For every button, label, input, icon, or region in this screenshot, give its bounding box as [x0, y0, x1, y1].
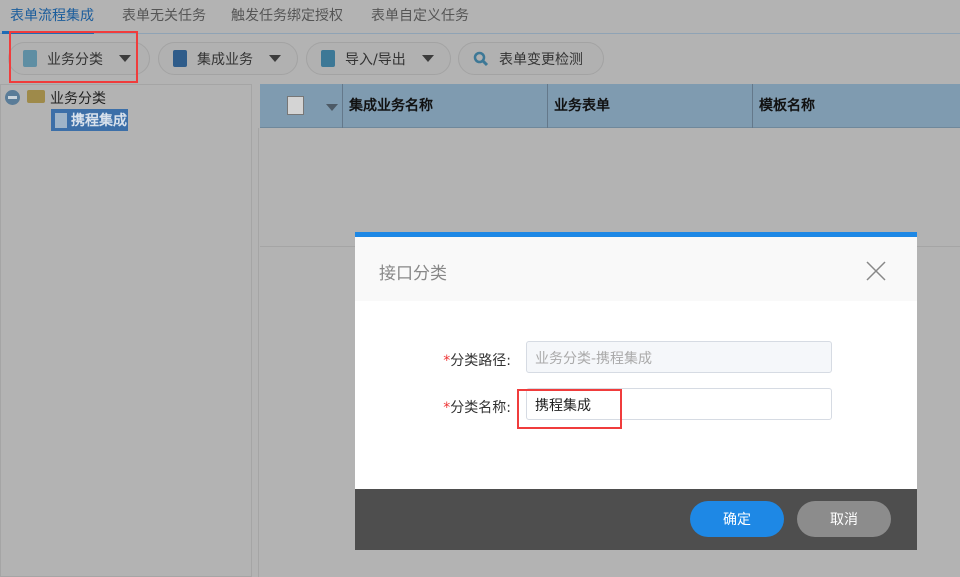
tree-root[interactable]: 业务分类	[50, 88, 106, 108]
tab-form-custom-tasks[interactable]: 表单自定义任务	[371, 5, 469, 25]
highlight-box	[517, 389, 622, 429]
path-label: 分类路径:	[450, 353, 511, 369]
tab-bar: 表单流程集成 表单无关任务 触发任务绑定授权 表单自定义任务	[0, 0, 960, 34]
search-icon	[473, 51, 489, 66]
import-icon	[321, 50, 335, 67]
folder-icon	[27, 90, 45, 103]
name-label: 分类名称:	[450, 400, 511, 416]
tree-item-selected[interactable]: 携程集成	[51, 109, 128, 131]
chevron-down-icon[interactable]	[326, 104, 338, 111]
change-check-label: 表单变更检测	[499, 51, 583, 68]
divider	[258, 128, 259, 577]
chevron-down-icon	[421, 55, 434, 62]
tab-form-process-integration[interactable]: 表单流程集成	[10, 5, 94, 25]
edit-icon	[173, 50, 187, 67]
import-export-button[interactable]: 导入/导出	[306, 42, 451, 75]
category-path-field: 业务分类-携程集成	[526, 341, 832, 373]
tab-form-independent-tasks[interactable]: 表单无关任务	[122, 5, 206, 25]
select-all-checkbox[interactable]	[287, 96, 304, 115]
highlight-box	[9, 31, 138, 83]
column-header[interactable]: 集成业务名称	[342, 84, 547, 128]
tree-item-label: 携程集成	[71, 113, 127, 129]
cancel-button[interactable]: 取消	[797, 501, 891, 537]
column-header[interactable]: 模板名称	[752, 84, 957, 128]
document-icon	[55, 112, 67, 128]
confirm-button[interactable]: 确定	[690, 501, 784, 537]
dialog-title: 接口分类	[379, 264, 447, 284]
grid-header: 集成业务名称 业务表单 模板名称	[260, 84, 960, 128]
dialog-footer: 确定 取消	[355, 489, 917, 550]
integration-label: 集成业务	[197, 51, 253, 68]
chevron-down-icon	[269, 55, 281, 62]
category-dialog: 接口分类 *分类路径: 业务分类-携程集成 *分类名称: 携程集成 确定 取消	[355, 232, 917, 550]
close-icon[interactable]	[865, 260, 887, 282]
integration-button[interactable]: 集成业务	[158, 42, 298, 75]
dialog-header: 接口分类	[355, 237, 917, 301]
category-tree-panel: 业务分类 携程集成	[0, 84, 252, 577]
column-header[interactable]: 业务表单	[547, 84, 752, 128]
collapse-icon[interactable]	[5, 90, 20, 105]
tab-trigger-task-binding[interactable]: 触发任务绑定授权	[231, 5, 343, 25]
import-export-label: 导入/导出	[345, 51, 406, 68]
form-change-check-button[interactable]: 表单变更检测	[458, 42, 604, 75]
